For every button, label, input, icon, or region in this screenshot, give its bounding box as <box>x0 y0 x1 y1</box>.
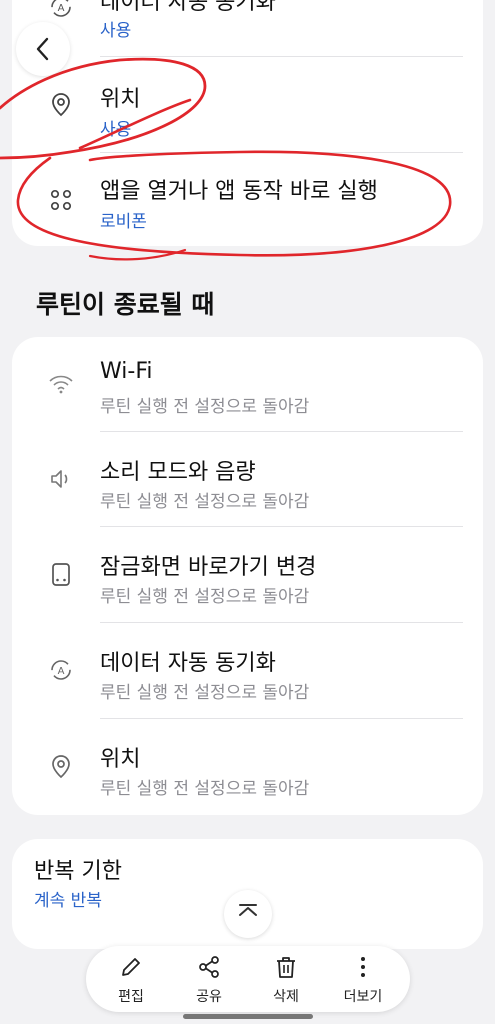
delete-label: 삭제 <box>273 989 299 1005</box>
home-indicator <box>183 1014 313 1019</box>
bottom-action-bar: 편집 공유 삭제 더보기 <box>86 946 410 1012</box>
list-item-title: 위치 <box>100 747 141 772</box>
speaker-icon <box>48 466 74 492</box>
edit-label: 편집 <box>118 989 144 1005</box>
list-item-title: 위치 <box>100 87 141 112</box>
list-item-subtitle: 루틴 실행 전 설정으로 돌아감 <box>100 779 310 799</box>
delete-button[interactable]: 삭제 <box>256 954 316 1008</box>
list-item-title: Wi-Fi <box>100 359 153 384</box>
scroll-to-top-button[interactable] <box>224 890 272 938</box>
list-item-lockscreen-shortcut[interactable]: 잠금화면 바로가기 변경 루틴 실행 전 설정으로 돌아감 <box>12 527 483 622</box>
list-item-subtitle: 루틴 실행 전 설정으로 돌아감 <box>100 587 310 607</box>
list-item-subtitle: 루틴 실행 전 설정으로 돌아감 <box>100 397 310 417</box>
location-pin-icon <box>48 753 74 779</box>
more-vertical-icon <box>361 957 365 977</box>
list-item-location[interactable]: 위치 루틴 실행 전 설정으로 돌아감 <box>12 719 483 815</box>
list-item-title: 잠금화면 바로가기 변경 <box>100 555 317 580</box>
list-item-title: 데이터 자동 동기화 <box>100 651 276 676</box>
pencil-icon <box>122 958 140 976</box>
list-item-subtitle: 루틴 실행 전 설정으로 돌아감 <box>100 492 310 512</box>
list-item-data-sync[interactable]: A 데이터 자동 동기화 루틴 실행 전 설정으로 돌아감 <box>12 623 483 718</box>
apps-grid-icon <box>48 187 74 213</box>
edit-button[interactable]: 편집 <box>101 954 161 1008</box>
svg-text:A: A <box>58 666 65 677</box>
list-item-subtitle: 사용 <box>100 21 132 41</box>
list-item-data-sync-partial[interactable]: A 데이터 자동 동기화 사용 <box>12 0 483 50</box>
sync-icon: A <box>48 657 74 683</box>
share-button[interactable]: 공유 <box>179 954 239 1008</box>
list-item-title: 앱을 열거나 앱 동작 바로 실행 <box>100 179 378 204</box>
share-icon <box>199 956 219 978</box>
repeat-title: 반복 기한 <box>34 859 122 884</box>
list-item-title: 데이터 자동 동기화 <box>100 0 276 15</box>
list-item-subtitle: 로비폰 <box>100 212 147 232</box>
more-label: 더보기 <box>343 989 383 1005</box>
location-pin-icon <box>48 91 74 117</box>
lockscreen-icon <box>48 561 74 587</box>
top-actions-card: A 데이터 자동 동기화 사용 위치 사용 앱을 열거나 앱 동작 바로 실행 … <box>12 0 483 246</box>
list-item-location[interactable]: 위치 사용 <box>12 57 483 152</box>
sync-icon: A <box>48 0 74 20</box>
svg-text:A: A <box>58 3 65 14</box>
trash-icon <box>277 957 295 978</box>
more-button[interactable]: 더보기 <box>333 954 393 1008</box>
repeat-value: 계속 반복 <box>34 891 102 911</box>
chevron-left-icon <box>36 37 49 61</box>
section-title: 루틴이 종료될 때 <box>36 290 215 319</box>
routine-end-card: Wi-Fi 루틴 실행 전 설정으로 돌아감 소리 모드와 음량 루틴 실행 전… <box>12 337 483 815</box>
list-item-subtitle: 사용 <box>100 120 132 140</box>
share-label: 공유 <box>196 989 222 1005</box>
list-item-subtitle: 루틴 실행 전 설정으로 돌아감 <box>100 683 310 703</box>
list-item-open-app[interactable]: 앱을 열거나 앱 동작 바로 실행 로비폰 <box>12 153 483 246</box>
wifi-icon <box>48 371 74 397</box>
list-item-title: 소리 모드와 음량 <box>100 460 256 485</box>
back-button[interactable] <box>16 22 70 76</box>
chevron-up-icon <box>239 904 257 916</box>
list-item-sound-mode[interactable]: 소리 모드와 음량 루틴 실행 전 설정으로 돌아감 <box>12 432 483 527</box>
list-item-wifi[interactable]: Wi-Fi 루틴 실행 전 설정으로 돌아감 <box>12 337 483 432</box>
